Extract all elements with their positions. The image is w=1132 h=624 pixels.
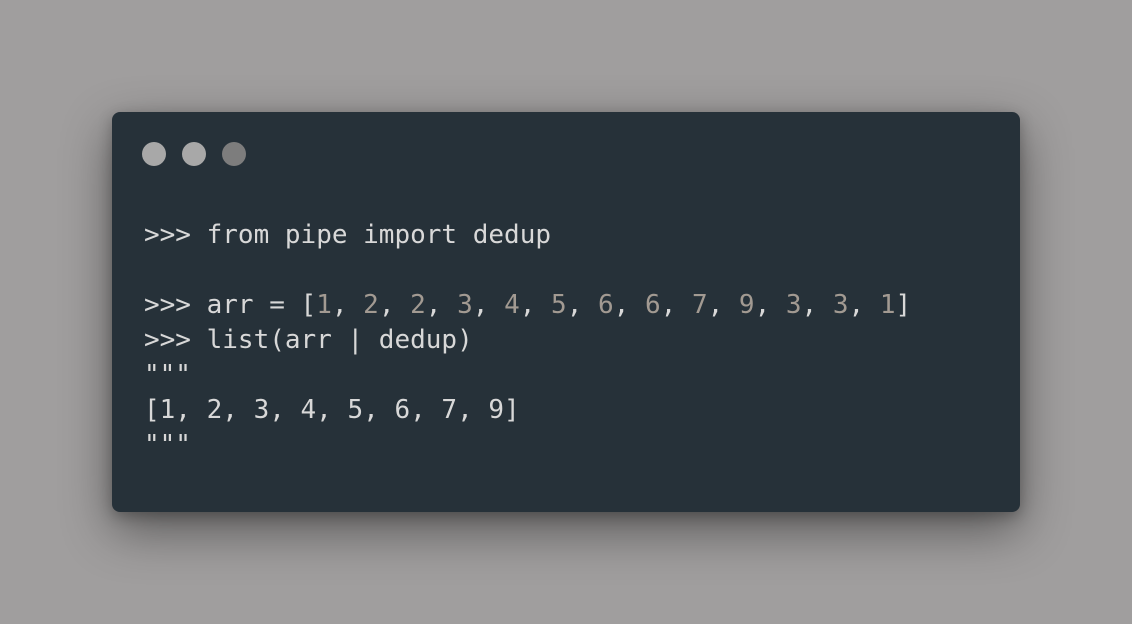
docstring-close: """ <box>144 430 191 460</box>
arr-separator: , <box>472 290 505 320</box>
prompt: >>> <box>144 290 207 320</box>
output-line: [1, 2, 3, 4, 5, 6, 7, 9] <box>144 395 520 425</box>
code-line-import: >>> from pipe import dedup <box>144 218 911 253</box>
import-statement: from pipe import dedup <box>206 220 551 250</box>
prompt: >>> <box>144 220 207 250</box>
arr-separator: , <box>566 290 599 320</box>
arr-number: 1 <box>879 290 896 320</box>
arr-separator: , <box>660 290 692 320</box>
arr-separator: , <box>378 290 411 320</box>
arr-separator: , <box>613 290 645 320</box>
code-block: >>> from pipe import dedup >>> arr = [1, … <box>144 218 911 463</box>
arr-number: 7 <box>691 290 708 320</box>
window-dot-3[interactable] <box>222 142 246 166</box>
arr-prefix: arr = [ <box>206 290 317 320</box>
arr-number: 2 <box>363 290 379 320</box>
arr-number: 3 <box>785 290 802 320</box>
window-controls <box>142 142 246 166</box>
arr-separator: , <box>801 290 833 320</box>
arr-number: 1 <box>316 290 332 320</box>
arr-number: 2 <box>410 290 426 320</box>
arr-separator: , <box>425 290 458 320</box>
code-line-list: >>> list(arr | dedup) <box>144 323 911 358</box>
arr-number: 9 <box>738 290 755 320</box>
docstring-open: """ <box>144 360 191 390</box>
window-dot-2[interactable] <box>182 142 206 166</box>
arr-number: 5 <box>551 290 567 320</box>
arr-number: 3 <box>832 290 849 320</box>
window-dot-1[interactable] <box>142 142 166 166</box>
arr-separator: , <box>707 290 739 320</box>
arr-suffix: ] <box>895 290 912 320</box>
arr-numbers: 1, 2, 2, 3, 4, 5, 6, 6, 7, 9, 3, 3, 1 <box>316 290 895 320</box>
prompt: >>> <box>144 325 207 355</box>
arr-number: 6 <box>598 290 614 320</box>
arr-separator: , <box>848 290 880 320</box>
code-line-arr: >>> arr = [1, 2, 2, 3, 4, 5, 6, 6, 7, 9,… <box>144 288 911 323</box>
arr-number: 3 <box>457 290 473 320</box>
code-window: >>> from pipe import dedup >>> arr = [1, … <box>112 112 1020 512</box>
list-call: list(arr | dedup) <box>206 325 473 355</box>
arr-separator: , <box>519 290 552 320</box>
arr-number: 4 <box>504 290 520 320</box>
arr-separator: , <box>754 290 786 320</box>
arr-number: 6 <box>644 290 661 320</box>
arr-separator: , <box>331 290 364 320</box>
